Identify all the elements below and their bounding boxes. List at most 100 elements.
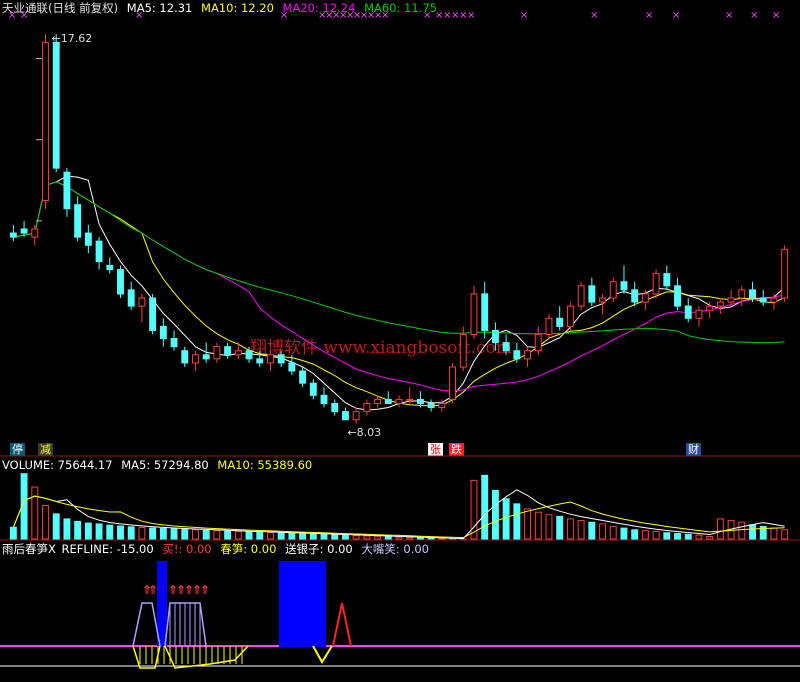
candle-body [170, 338, 178, 348]
volume-bar [674, 533, 681, 540]
candle-body [652, 273, 660, 295]
buy-arrow-icon: ⇑ [200, 583, 210, 597]
candle-body [213, 346, 221, 360]
candle-body [491, 329, 499, 344]
volume-bar [63, 518, 71, 540]
candle-body [31, 228, 39, 238]
volume-bar [149, 527, 157, 540]
candle-body [277, 354, 285, 364]
candle-body [320, 394, 328, 404]
volume-bar [749, 524, 756, 540]
candle-body [781, 248, 789, 299]
candle-body [63, 171, 71, 210]
volume-bar [267, 532, 274, 540]
candle-body [138, 297, 146, 307]
candle-body [159, 325, 167, 340]
volume-bar [491, 489, 499, 540]
candle-body [641, 293, 649, 303]
volume-bar [192, 529, 199, 540]
candle-body [749, 289, 756, 299]
volume-bar [181, 528, 189, 540]
low-annotation: ←8.03 [347, 426, 381, 439]
volume-bar [127, 526, 135, 540]
top-marker: × [20, 10, 28, 21]
top-marker: × [590, 10, 598, 21]
candle-body [406, 398, 414, 401]
volume-bar [395, 536, 403, 540]
volume-bar [245, 531, 253, 540]
candle-body [631, 289, 639, 303]
volume-bar [770, 527, 778, 540]
candle-body [309, 382, 317, 396]
volume-bar [84, 522, 92, 540]
candle-body [695, 309, 703, 319]
top-marker: × [520, 10, 528, 21]
volume-bar [320, 533, 328, 540]
volume-bar [256, 531, 264, 540]
candle-body [234, 350, 242, 356]
candle-body [363, 402, 371, 413]
candle-body [341, 411, 349, 421]
candle-body [502, 342, 510, 352]
top-marker: × [645, 10, 653, 21]
top-marker: × [280, 10, 288, 21]
volume-bar [117, 525, 124, 540]
volume-bar [577, 520, 585, 540]
volume-bar [470, 479, 478, 540]
candle-body [288, 362, 296, 372]
candle-body [95, 240, 103, 262]
volume-bar [534, 511, 542, 540]
candle-body [449, 366, 457, 400]
high-annotation: ←17.62 [51, 32, 92, 45]
top-marker: × [772, 10, 780, 21]
candle-body [192, 354, 199, 364]
candle-body [513, 350, 521, 360]
volume-bar [556, 515, 564, 540]
volume-bar [781, 529, 789, 540]
candle-body [74, 204, 82, 238]
candle-body [620, 281, 628, 291]
candle-body [481, 293, 489, 331]
volume-bar [309, 533, 317, 540]
candle-body [52, 41, 60, 169]
volume-bar [588, 521, 596, 540]
indicator-yellow-dip [312, 645, 333, 664]
candle-body [427, 402, 435, 409]
candle-body [352, 411, 360, 421]
volume-bar [609, 525, 617, 540]
candle-body [684, 305, 692, 319]
candle-body [245, 350, 253, 360]
candle-body [256, 358, 264, 364]
volume-bar [513, 503, 521, 540]
volume-bar [341, 534, 349, 540]
candle-body [438, 402, 446, 409]
volume-bar [42, 505, 49, 540]
volume-bar [288, 532, 296, 540]
stock-chart: ←17.62←8.03× × × × ×××××××××× × × × × × × × × × × × × ×⇑⇑… [0, 10, 800, 669]
volume-bar [384, 536, 392, 540]
indicator-blue-block [279, 561, 326, 647]
volume-bar [170, 528, 178, 540]
volume-bar [9, 526, 17, 540]
candle-body [459, 334, 467, 368]
volume-bar [684, 533, 692, 540]
candle-body [149, 297, 157, 331]
volume-bar [716, 518, 724, 540]
volume-bar [663, 532, 671, 540]
volume-bar [695, 534, 703, 540]
volume-bar [331, 534, 339, 540]
volume-bar [106, 524, 114, 540]
volume-bar [524, 508, 531, 540]
candle-body [9, 232, 17, 238]
candle-body [267, 354, 274, 364]
volume-bar [52, 513, 60, 540]
candle-body [663, 273, 671, 287]
candle-body [416, 398, 424, 404]
volume-bar [566, 518, 574, 540]
candle-body [566, 305, 574, 327]
candle-body [106, 265, 114, 271]
candle-body [202, 354, 210, 360]
volume-bar [159, 528, 167, 540]
volume-bar [427, 537, 435, 540]
top-marker: × [381, 10, 389, 21]
